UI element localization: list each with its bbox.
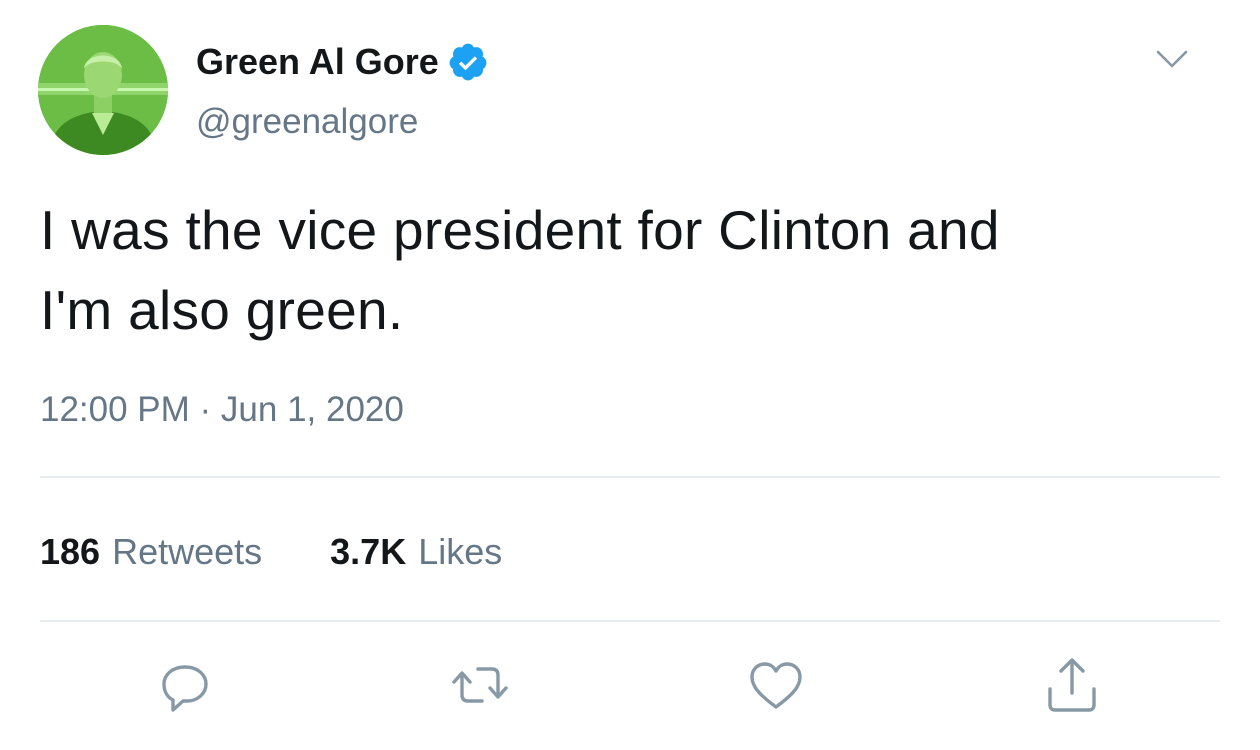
tweet-stats: 186 Retweets 3.7K Likes (40, 530, 502, 574)
tweet-text: I was the vice president for Clinton and… (40, 190, 1220, 350)
reply-icon (162, 665, 208, 712)
chevron-down-icon[interactable] (1152, 44, 1192, 74)
tweet-text-line: I'm also green. (40, 279, 404, 341)
tweet-timestamp[interactable]: 12:00 PM · Jun 1, 2020 (40, 388, 404, 432)
share-icon (1048, 658, 1096, 712)
avatar[interactable] (38, 25, 168, 155)
like-icon (750, 662, 802, 709)
like-button[interactable] (746, 655, 806, 715)
display-name-text: Green Al Gore (196, 41, 439, 82)
likes-stat[interactable]: 3.7K Likes (330, 530, 502, 574)
user-handle[interactable]: @greenalgore (196, 100, 418, 144)
likes-label: Likes (418, 531, 503, 572)
retweets-label: Retweets (112, 531, 263, 572)
retweets-stat[interactable]: 186 Retweets (40, 530, 262, 574)
tweet-text-line: I was the vice president for Clinton and (40, 199, 1000, 261)
divider (40, 476, 1220, 478)
verified-badge-icon (447, 41, 489, 83)
tweet-card: Green Al Gore @greenalgore I was the vic… (0, 0, 1260, 750)
display-name[interactable]: Green Al Gore (196, 40, 489, 84)
retweets-count: 186 (40, 531, 101, 572)
avatar-portrait (38, 25, 168, 155)
likes-count: 3.7K (330, 531, 407, 572)
retweet-button[interactable] (450, 655, 510, 715)
divider (40, 620, 1220, 622)
reply-button[interactable] (155, 655, 215, 715)
share-button[interactable] (1042, 655, 1102, 715)
retweet-icon (452, 667, 508, 703)
